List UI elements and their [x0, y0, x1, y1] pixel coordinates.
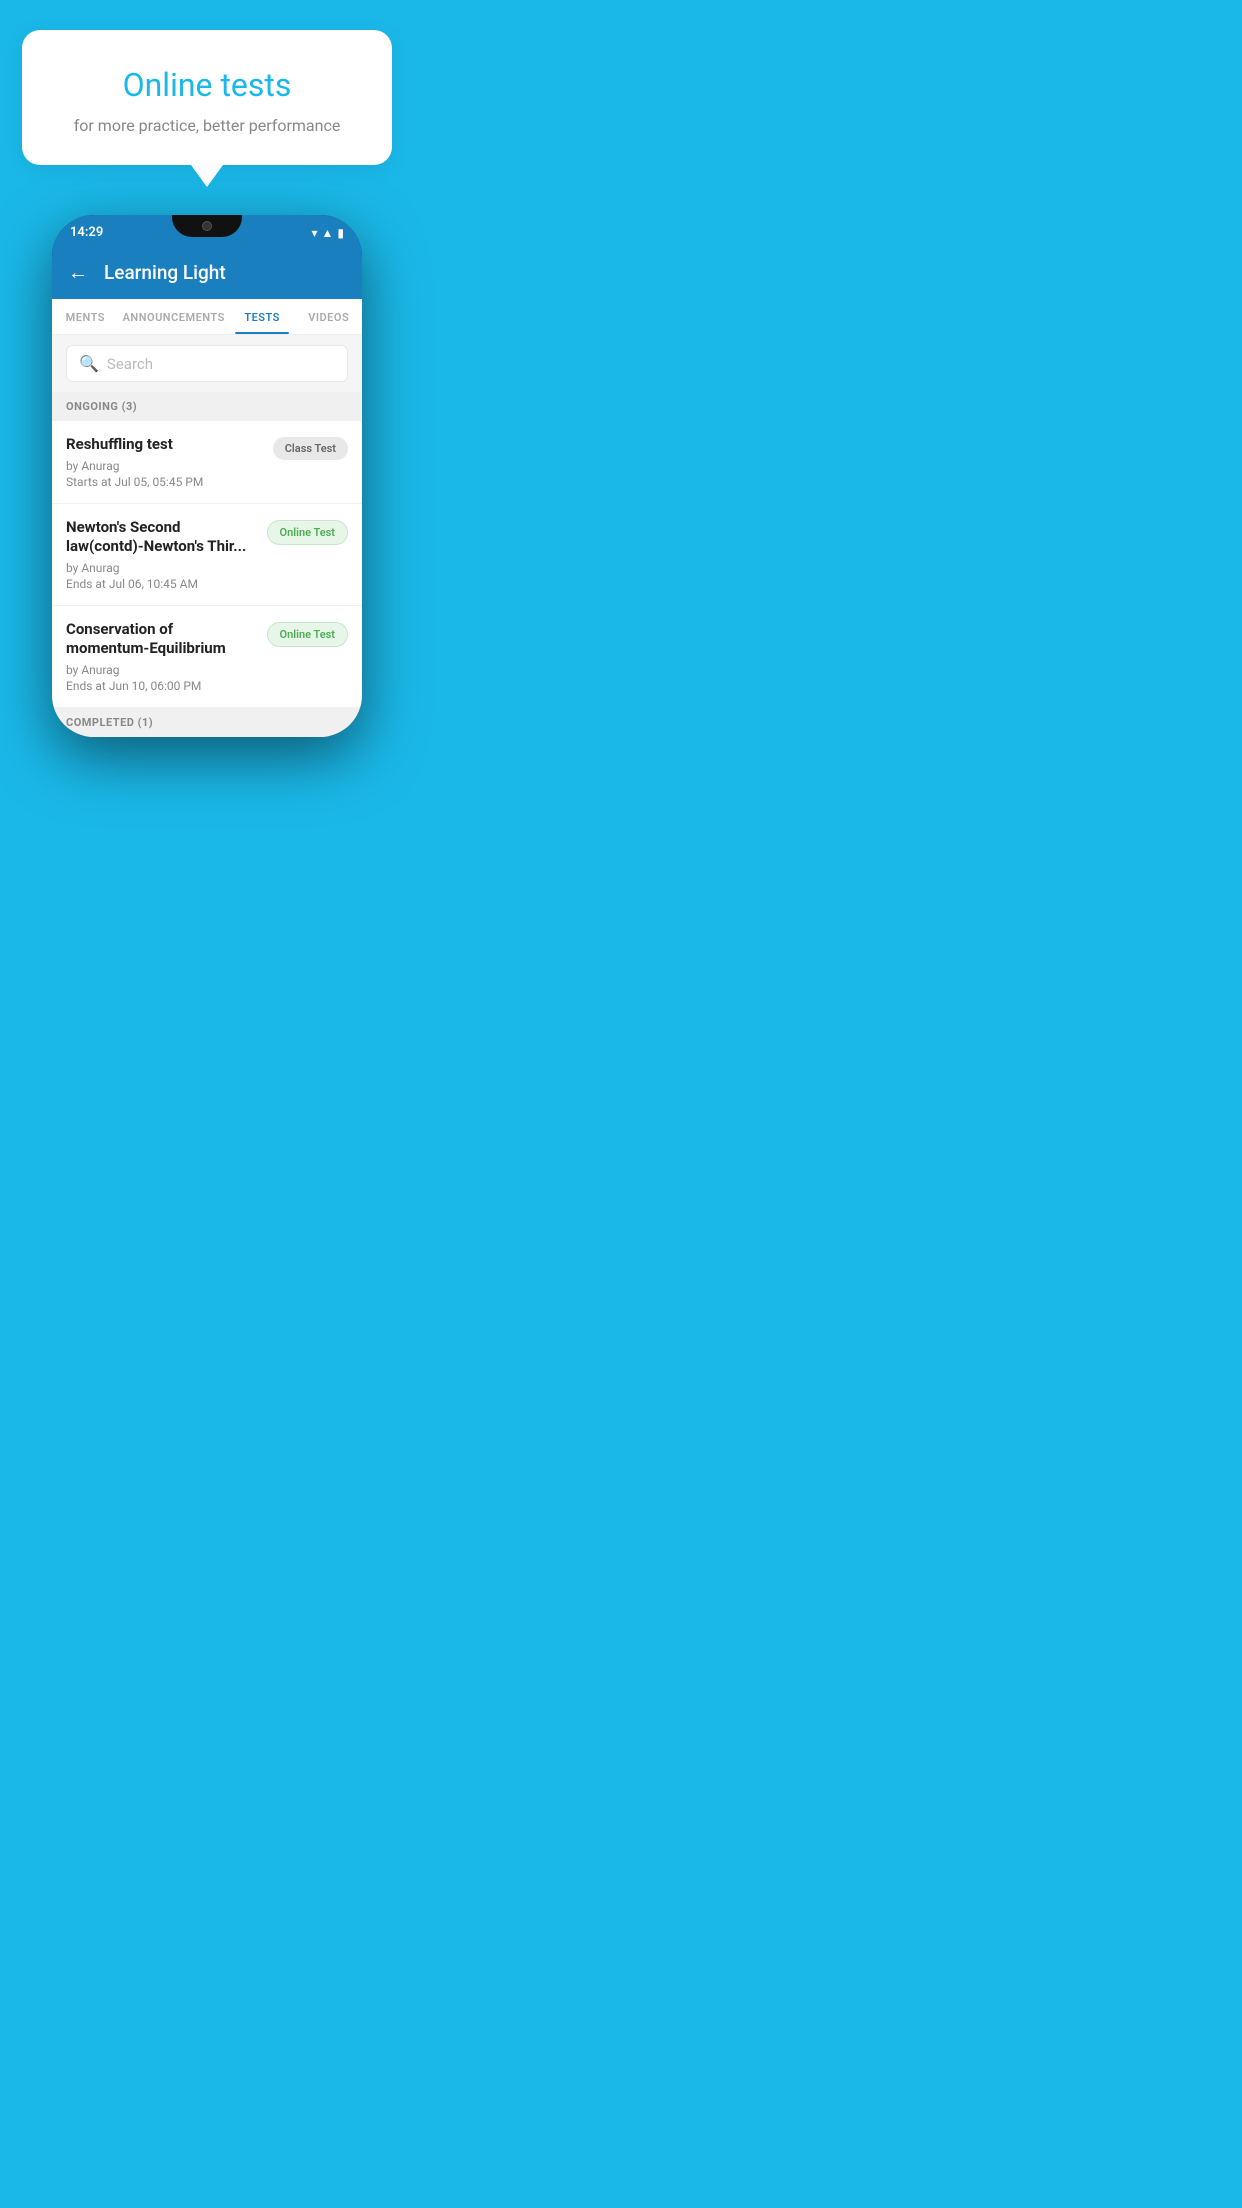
test-date: Ends at Jun 10, 06:00 PM — [66, 679, 257, 693]
test-info: Reshuffling test by Anurag Starts at Jul… — [66, 435, 263, 489]
app-title: Learning Light — [104, 261, 226, 284]
test-name: Reshuffling test — [66, 435, 263, 455]
class-test-badge: Class Test — [273, 437, 348, 460]
tab-announcements[interactable]: ANNOUNCEMENTS — [119, 299, 229, 334]
test-by: by Anurag — [66, 561, 257, 575]
bubble-subtitle: for more practice, better performance — [52, 116, 362, 135]
test-item[interactable]: Newton's Second law(contd)-Newton's Thir… — [52, 504, 362, 606]
status-time: 14:29 — [70, 225, 103, 240]
phone-notch — [172, 215, 242, 237]
status-icons: ▾ ▲ ▮ — [311, 226, 344, 240]
test-date: Ends at Jul 06, 10:45 AM — [66, 577, 257, 591]
phone-shell: 14:29 ▾ ▲ ▮ ← Learning Light MENTS ANNOU… — [52, 215, 362, 737]
test-by: by Anurag — [66, 459, 263, 473]
tab-tests[interactable]: TESTS — [229, 299, 296, 334]
tab-ments[interactable]: MENTS — [52, 299, 119, 334]
test-item[interactable]: Reshuffling test by Anurag Starts at Jul… — [52, 421, 362, 504]
test-item[interactable]: Conservation of momentum-Equilibrium by … — [52, 606, 362, 708]
front-camera — [202, 221, 212, 231]
test-name: Conservation of momentum-Equilibrium — [66, 620, 257, 659]
test-name: Newton's Second law(contd)-Newton's Thir… — [66, 518, 257, 557]
test-by: by Anurag — [66, 663, 257, 677]
test-info: Conservation of momentum-Equilibrium by … — [66, 620, 257, 693]
search-input-wrap[interactable]: 🔍 Search — [66, 345, 348, 382]
bubble-title: Online tests — [52, 66, 362, 104]
tab-videos[interactable]: VIDEOS — [295, 299, 362, 334]
signal-icon: ▲ — [322, 226, 334, 240]
search-placeholder: Search — [107, 355, 153, 373]
test-date: Starts at Jul 05, 05:45 PM — [66, 475, 263, 489]
search-icon: 🔍 — [79, 354, 99, 373]
ongoing-section-header: ONGOING (3) — [52, 392, 362, 421]
back-button[interactable]: ← — [68, 260, 88, 285]
battery-icon: ▮ — [337, 226, 344, 240]
test-info: Newton's Second law(contd)-Newton's Thir… — [66, 518, 257, 591]
speech-bubble: Online tests for more practice, better p… — [22, 30, 392, 165]
phone-screen: 🔍 Search ONGOING (3) Reshuffling test by… — [52, 335, 362, 737]
app-header: ← Learning Light — [52, 246, 362, 299]
completed-section-header: COMPLETED (1) — [52, 708, 362, 737]
search-bar-container: 🔍 Search — [52, 335, 362, 392]
wifi-icon: ▾ — [311, 226, 317, 240]
online-test-badge-2: Online Test — [267, 622, 349, 647]
test-list: Reshuffling test by Anurag Starts at Jul… — [52, 421, 362, 708]
tab-bar: MENTS ANNOUNCEMENTS TESTS VIDEOS — [52, 299, 362, 335]
online-test-badge: Online Test — [267, 520, 349, 545]
